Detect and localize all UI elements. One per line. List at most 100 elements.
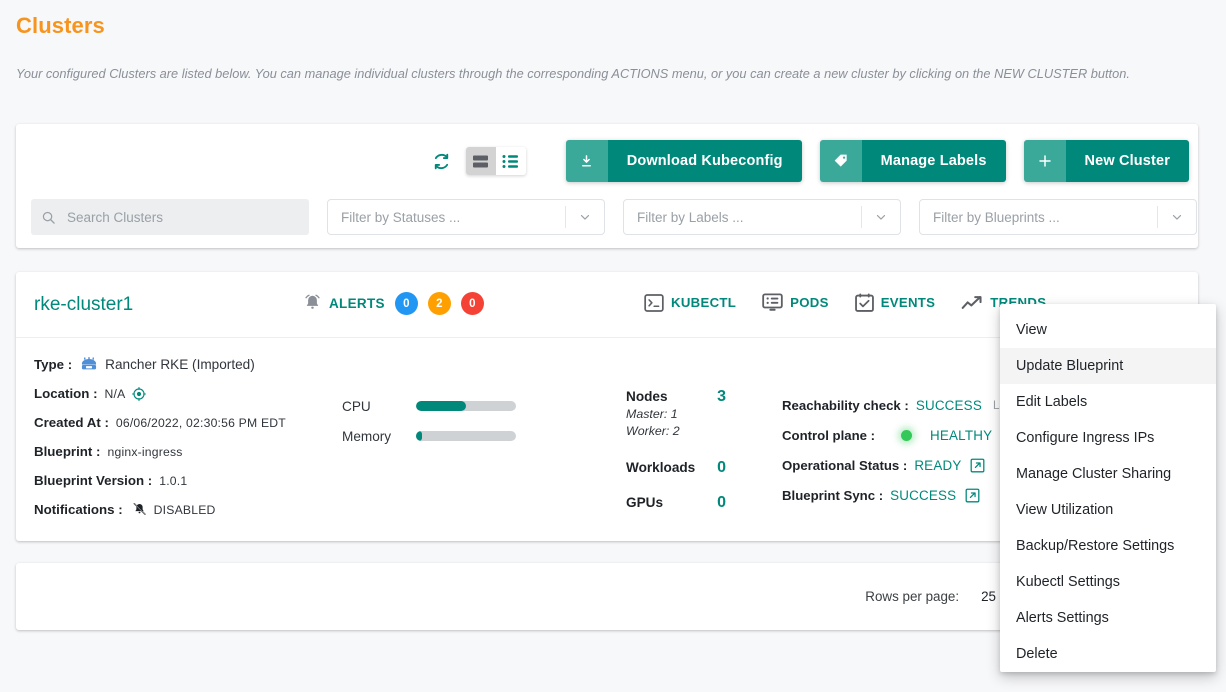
- events-icon: [854, 293, 874, 312]
- events-action[interactable]: EVENTS: [854, 293, 936, 312]
- created-at-label: Created At :: [34, 415, 109, 430]
- alerts-group: ALERTS 0 2 0: [302, 292, 484, 315]
- filter-by-labels-label: Filter by Labels ...: [637, 209, 744, 225]
- count-row-nodes: Nodes 3: [626, 388, 726, 406]
- alert-badge-warning[interactable]: 2: [427, 292, 451, 315]
- detail-row-notifications: Notifications : DISABLED: [34, 495, 286, 524]
- menu-item-view-utilization[interactable]: View Utilization: [1000, 492, 1216, 528]
- cluster-name[interactable]: rke-cluster1: [34, 294, 133, 316]
- control-plane-label: Control plane :: [782, 427, 876, 443]
- chevron-down-icon[interactable]: [1158, 210, 1196, 224]
- workloads-value: 0: [717, 459, 726, 476]
- download-icon: [565, 140, 608, 182]
- toolbar-card: Download Kubeconfig Manage Labels New Cl…: [16, 124, 1198, 248]
- usage-row-cpu: CPU: [342, 391, 516, 421]
- status-row-control-plane: Control plane : HEALTHY: [782, 420, 1024, 450]
- nodes-label: Nodes: [626, 389, 668, 404]
- blueprint-label: Blueprint :: [34, 444, 101, 459]
- download-kubeconfig-label: Download Kubeconfig: [607, 140, 802, 182]
- trends-icon: [961, 295, 982, 309]
- filter-row: Filter by Statuses ... Filter by Labels …: [31, 199, 1197, 235]
- location-label: Location :: [34, 386, 98, 401]
- external-link-icon[interactable]: [970, 458, 985, 473]
- status-dot-healthy: [901, 429, 913, 441]
- cluster-usage-column: CPU Memory: [342, 391, 516, 451]
- card-view-toggle[interactable]: [465, 147, 496, 175]
- nodes-value: 3: [717, 388, 726, 405]
- external-link-icon[interactable]: [965, 488, 980, 503]
- page-title: Clusters: [16, 13, 105, 38]
- created-at-value: 06/06/2022, 02:30:56 PM EDT: [115, 415, 286, 430]
- actions-dropdown-menu: View Update Blueprint Edit Labels Config…: [1000, 304, 1216, 672]
- count-row-workloads: Workloads 0: [626, 459, 726, 477]
- reachability-value: SUCCESS: [915, 397, 982, 413]
- gpus-value: 0: [717, 494, 726, 511]
- alert-badge-critical[interactable]: 0: [460, 292, 484, 315]
- menu-item-kubectl-settings[interactable]: Kubectl Settings: [1000, 564, 1216, 600]
- filter-by-statuses-select[interactable]: Filter by Statuses ...: [327, 199, 605, 235]
- new-cluster-label: New Cluster: [1065, 140, 1189, 182]
- alerts-label: ALERTS: [329, 296, 385, 311]
- nodes-worker-sub: Worker: 2: [626, 424, 680, 438]
- manage-labels-button[interactable]: Manage Labels: [819, 140, 1006, 182]
- reachability-label: Reachability check :: [782, 397, 909, 413]
- count-row-gpus: GPUs 0: [626, 494, 726, 512]
- search-icon: [42, 211, 55, 224]
- list-view-toggle[interactable]: [496, 147, 526, 175]
- detail-row-type: Type : Rancher RKE (Imported): [34, 350, 286, 379]
- menu-item-delete[interactable]: Delete: [1000, 636, 1216, 672]
- search-input[interactable]: [65, 208, 285, 226]
- chevron-down-icon[interactable]: [862, 210, 900, 224]
- filter-by-statuses-label: Filter by Statuses ...: [341, 209, 461, 225]
- menu-item-manage-cluster-sharing[interactable]: Manage Cluster Sharing: [1000, 456, 1216, 492]
- memory-label: Memory: [342, 428, 392, 444]
- cluster-counts-column: Nodes 3 Master: 1 Worker: 2 Workloads 0 …: [626, 388, 726, 512]
- menu-item-update-blueprint[interactable]: Update Blueprint: [1000, 348, 1216, 384]
- filter-by-blueprints-label: Filter by Blueprints ...: [933, 209, 1060, 225]
- download-kubeconfig-button[interactable]: Download Kubeconfig: [565, 140, 802, 182]
- bell-icon: [305, 294, 320, 309]
- manage-labels-label: Manage Labels: [861, 140, 1006, 182]
- nodes-master-sub: Master: 1: [626, 407, 678, 421]
- rancher-rke-icon: [80, 357, 98, 372]
- menu-item-configure-ingress-ips[interactable]: Configure Ingress IPs: [1000, 420, 1216, 456]
- kubectl-action[interactable]: KUBECTL: [644, 293, 736, 312]
- blueprint-sync-label: Blueprint Sync :: [782, 487, 884, 503]
- location-target-icon[interactable]: [132, 386, 147, 401]
- menu-item-view[interactable]: View: [1000, 312, 1216, 348]
- filter-by-labels-select[interactable]: Filter by Labels ...: [623, 199, 901, 235]
- status-row-blueprint-sync: Blueprint Sync : SUCCESS: [782, 480, 1024, 510]
- detail-row-location: Location : N/A: [34, 379, 286, 408]
- view-toggle-group: [465, 147, 526, 175]
- new-cluster-button[interactable]: New Cluster: [1023, 140, 1189, 182]
- operational-status-label: Operational Status :: [782, 457, 908, 473]
- refresh-icon: [435, 153, 449, 169]
- rows-per-page-value: 25: [981, 588, 996, 604]
- clusters-page: Clusters Your configured Clusters are li…: [0, 0, 1226, 692]
- type-value: Rancher RKE (Imported): [105, 357, 255, 372]
- notifications-label: Notifications :: [34, 502, 123, 517]
- detail-row-blueprint: Blueprint : nginx-ingress: [34, 437, 286, 466]
- list-view-icon: [502, 154, 519, 168]
- detail-row-created-at: Created At : 06/06/2022, 02:30:56 PM EDT: [34, 408, 286, 437]
- type-label: Type :: [34, 357, 73, 372]
- events-label: EVENTS: [880, 295, 936, 310]
- pods-action[interactable]: PODS: [762, 293, 829, 312]
- chevron-down-icon[interactable]: [566, 210, 604, 224]
- status-row-operational: Operational Status : READY: [782, 450, 1024, 480]
- menu-item-backup-restore-settings[interactable]: Backup/Restore Settings: [1000, 528, 1216, 564]
- filter-by-blueprints-select[interactable]: Filter by Blueprints ...: [919, 199, 1197, 235]
- blueprint-sync-value: SUCCESS: [890, 487, 957, 503]
- rows-per-page-label: Rows per page:: [865, 588, 960, 604]
- alert-badge-info[interactable]: 0: [394, 292, 418, 315]
- rows-per-page-selector[interactable]: Rows per page: 25: [865, 587, 1016, 605]
- card-view-icon: [473, 155, 489, 167]
- search-clusters-box[interactable]: [31, 199, 309, 235]
- notifications-value: DISABLED: [153, 502, 216, 517]
- cpu-usage-bar: [416, 401, 516, 411]
- status-row-reachability: Reachability check : SUCCESS Last c: [782, 390, 1024, 420]
- location-value: N/A: [104, 386, 126, 401]
- menu-item-alerts-settings[interactable]: Alerts Settings: [1000, 600, 1216, 636]
- refresh-button[interactable]: [424, 143, 460, 179]
- menu-item-edit-labels[interactable]: Edit Labels: [1000, 384, 1216, 420]
